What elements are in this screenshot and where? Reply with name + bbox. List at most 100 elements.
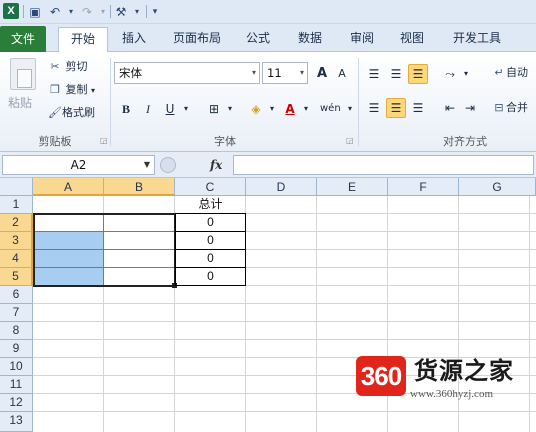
row-header-4[interactable]: 4 <box>0 250 33 268</box>
tab-data[interactable]: 数据 <box>290 27 330 52</box>
font-name-box[interactable]: 宋体 ▾ <box>114 62 260 84</box>
row-header-5[interactable]: 5 <box>0 268 33 286</box>
font-launcher-icon[interactable]: ◲ <box>346 132 354 150</box>
alignment-group-label: 对齐方式 <box>443 135 487 148</box>
increase-indent-icon[interactable]: ⇥ <box>460 98 480 118</box>
row-header-3[interactable]: 3 <box>0 232 33 250</box>
font-name-dropdown-icon[interactable]: ▾ <box>252 63 256 83</box>
tab-home[interactable]: 开始 <box>58 27 108 53</box>
name-box-value: A2 <box>70 158 87 172</box>
tab-insert[interactable]: 插入 <box>114 27 154 52</box>
row-header-8[interactable]: 8 <box>0 322 33 340</box>
format-painter-label: 格式刷 <box>62 106 95 119</box>
select-all-corner[interactable] <box>0 178 33 196</box>
bold-button[interactable]: B <box>116 99 136 119</box>
borders-dropdown-icon[interactable]: ▾ <box>220 99 240 119</box>
tab-formulas[interactable]: 公式 <box>238 27 278 52</box>
gridline <box>33 339 536 340</box>
selection-border <box>33 213 176 287</box>
tab-view[interactable]: 视图 <box>392 27 432 52</box>
save-icon[interactable]: ▣ <box>26 3 44 21</box>
wrap-text-label: 自动 <box>506 66 528 79</box>
font-color-dropdown-icon[interactable]: ▾ <box>296 99 316 119</box>
row-header-9[interactable]: 9 <box>0 340 33 358</box>
cut-label: 剪切 <box>65 60 88 73</box>
name-box[interactable]: A2 ▼ <box>2 155 155 175</box>
customize-qat-icon[interactable]: ▾ <box>146 3 164 21</box>
font-size-box[interactable]: 11 ▾ <box>262 62 308 84</box>
font-size-value: 11 <box>267 66 282 80</box>
cell-c3[interactable]: 0 <box>175 231 246 250</box>
copy-dropdown-icon[interactable]: ▾ <box>91 86 95 95</box>
phonetic-dropdown-icon[interactable]: ▾ <box>340 99 360 119</box>
watermark-logo: 360 货源之家 www.360hyzj.com <box>356 356 534 408</box>
tab-page-layout[interactable]: 页面布局 <box>164 27 230 52</box>
align-right-icon[interactable]: ☰ <box>408 98 428 118</box>
paste-icon[interactable] <box>10 58 36 90</box>
cell-c4[interactable]: 0 <box>175 249 246 268</box>
align-center-icon[interactable]: ☰ <box>386 98 406 118</box>
align-left-icon[interactable]: ☰ <box>364 98 384 118</box>
wrap-text-icon: ↵ <box>494 66 504 79</box>
copy-icon: ❐ <box>50 83 60 96</box>
column-header-c[interactable]: C <box>175 178 246 196</box>
group-divider <box>110 58 111 146</box>
align-top-icon[interactable]: ☰ <box>364 64 384 84</box>
tab-file[interactable]: 文件 <box>0 26 46 52</box>
wrap-text-button[interactable]: ↵ 自动 <box>492 64 528 82</box>
tab-review[interactable]: 审阅 <box>342 27 382 52</box>
clipboard-launcher-icon[interactable]: ◲ <box>100 132 108 150</box>
grow-font-button[interactable]: A <box>312 64 332 84</box>
column-header-e[interactable]: E <box>317 178 388 196</box>
column-header-b[interactable]: B <box>104 178 175 196</box>
cell-c1[interactable]: 总计 <box>175 196 246 214</box>
column-header-d[interactable]: D <box>246 178 317 196</box>
format-painter-button[interactable]: 🖌格式刷 <box>48 104 95 122</box>
gridline <box>33 411 536 412</box>
fill-color-dropdown-icon[interactable]: ▾ <box>262 99 282 119</box>
decrease-indent-icon[interactable]: ⇤ <box>440 98 460 118</box>
shrink-font-button[interactable]: A <box>332 64 352 84</box>
row-header-11[interactable]: 11 <box>0 376 33 394</box>
row-header-7[interactable]: 7 <box>0 304 33 322</box>
font-size-dropdown-icon[interactable]: ▾ <box>300 63 304 83</box>
row-header-10[interactable]: 10 <box>0 358 33 376</box>
qat-divider <box>110 5 111 18</box>
underline-dropdown-icon[interactable]: ▾ <box>176 99 196 119</box>
row-header-2[interactable]: 2 <box>0 214 33 232</box>
scissors-icon: ✂ <box>50 60 60 73</box>
column-header-g[interactable]: G <box>459 178 536 196</box>
insert-function-icon[interactable]: fx <box>210 155 222 175</box>
orientation-dropdown-icon[interactable]: ▾ <box>456 64 476 84</box>
row-header-12[interactable]: 12 <box>0 394 33 412</box>
cell-c2[interactable]: 0 <box>175 213 246 232</box>
formula-bar-splitter[interactable] <box>160 157 176 173</box>
copy-label: 复制 <box>65 83 88 96</box>
column-header-a[interactable]: A <box>33 178 104 196</box>
name-box-dropdown-icon[interactable]: ▼ <box>144 156 150 174</box>
tools-dropdown-icon[interactable]: ▾ <box>128 3 146 21</box>
copy-button[interactable]: ❐ 复制 ▾ <box>48 81 95 100</box>
row-header-6[interactable]: 6 <box>0 286 33 304</box>
formula-input[interactable] <box>233 155 534 175</box>
align-bottom-icon[interactable]: ☰ <box>408 64 428 84</box>
font-name-value: 宋体 <box>119 66 142 80</box>
cell-c5[interactable]: 0 <box>175 267 246 286</box>
row-header-13[interactable]: 13 <box>0 412 33 432</box>
brush-icon: 🖌 <box>48 106 62 119</box>
tab-developer[interactable]: 开发工具 <box>444 27 510 52</box>
quick-access-toolbar: X ▣ ↶ ▾ ↷ ▾ ⚒ ▾ ▾ <box>0 0 536 24</box>
align-middle-icon[interactable]: ☰ <box>386 64 406 84</box>
column-header-f[interactable]: F <box>388 178 459 196</box>
formula-bar: A2 ▼ fx <box>0 152 536 178</box>
cut-button[interactable]: ✂ 剪切 <box>48 58 88 76</box>
group-divider <box>358 58 359 146</box>
ribbon-home: 粘贴 ✂ 剪切 ❐ 复制 ▾ 🖌格式刷 剪贴板 ◲ 宋体 ▾ 11 ▾ A A B … <box>0 52 536 152</box>
phonetic-guide-icon[interactable]: wén <box>320 99 341 119</box>
clipboard-group-label: 剪贴板 <box>38 135 72 148</box>
italic-button[interactable]: I <box>138 99 158 119</box>
qat-divider <box>23 5 24 18</box>
row-header-1[interactable]: 1 <box>0 196 33 214</box>
paste-button[interactable]: 粘贴 <box>8 94 32 111</box>
merge-center-button[interactable]: ⊟ 合并 <box>492 99 528 117</box>
